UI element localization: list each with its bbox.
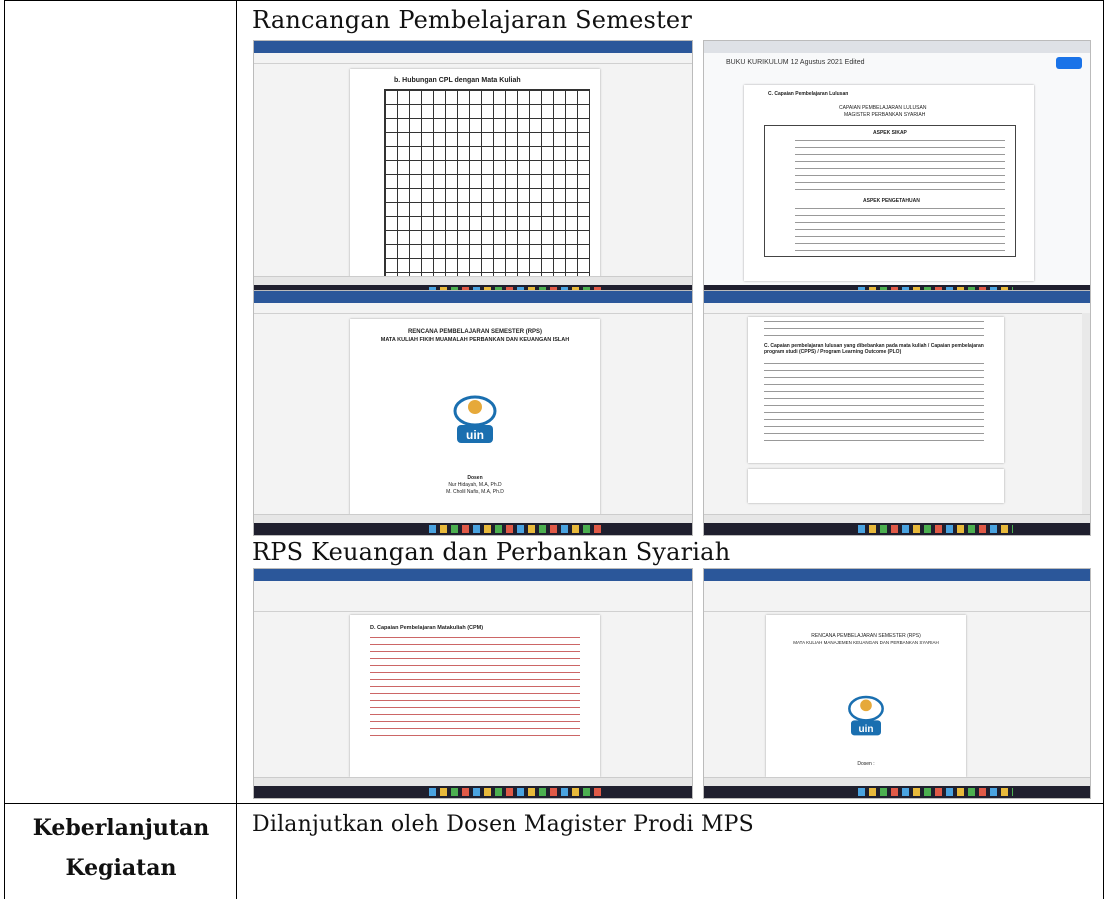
taskbar <box>254 523 692 535</box>
status-bar <box>704 777 1090 786</box>
word-ribbon <box>704 581 1090 612</box>
cpl-matrix-grid <box>384 89 590 281</box>
screenshot-word-cpps: C. Capaian pembelajaran lulusan yang dib… <box>703 290 1091 536</box>
document-page: b. Hubungan CPL dengan Mata Kuliah <box>350 69 600 283</box>
word-titlebar <box>704 569 1090 581</box>
rps-title: RENCANA PEMBELAJARAN SEMESTER (RPS) <box>811 633 921 639</box>
screenshot-word-cpl-matrix: b. Hubungan CPL dengan Mata Kuliah <box>253 40 693 298</box>
status-bar <box>254 777 692 786</box>
doc-sub2: MAGISTER PERBANKAN SYARIAH <box>844 112 926 118</box>
table-column-divider <box>236 0 237 899</box>
keberlanjutan-label: Keberlanjutan Kegiatan <box>18 808 224 888</box>
rps-subtitle: MATA KULIAH FIKIH MUAMALAH PERBANKAN DAN… <box>380 337 570 343</box>
doc-sub1: CAPAIAN PEMBELAJARAN LULUSAN <box>839 105 927 111</box>
word-titlebar <box>704 291 1090 303</box>
text-lines <box>370 637 580 737</box>
taskbar <box>254 786 692 798</box>
taskbar-icons <box>429 788 605 796</box>
heading-rps: Rancangan Pembelajaran Semester <box>252 6 692 34</box>
word-ribbon <box>254 53 692 64</box>
taskbar-icons <box>858 788 1013 796</box>
rps-subtitle: MATA KULIAH MANAJEMEN KEUANGAN DAN PERBA… <box>793 640 939 645</box>
text-lines <box>795 140 1005 190</box>
dosen-label: Dosen <box>467 475 483 481</box>
doc-heading: D. Capaian Pembelajaran Matakuliah (CPM) <box>370 625 484 631</box>
taskbar <box>704 523 1090 535</box>
word-ribbon <box>704 303 1090 314</box>
dosen-2: M. Cholil Nafis, M.A, Ph.D <box>446 489 504 495</box>
doc-heading: b. Hubungan CPL dengan Mata Kuliah <box>394 77 521 84</box>
taskbar <box>704 786 1090 798</box>
uin-logo-icon: uin <box>453 395 497 443</box>
table-border-top <box>4 0 1103 1</box>
keberlanjutan-label-line1: Keberlanjutan <box>32 815 210 841</box>
table-row-divider <box>4 803 1103 804</box>
rps-title: RENCANA PEMBELAJARAN SEMESTER (RPS) <box>407 329 543 335</box>
status-bar <box>254 276 692 285</box>
text-lines <box>764 321 984 337</box>
logo-text: uin <box>859 724 874 735</box>
word-ribbon <box>254 303 692 314</box>
text-lines <box>795 208 1005 252</box>
taskbar-icons <box>858 525 1013 533</box>
screenshot-word-rps-cover-2: RENCANA PEMBELAJARAN SEMESTER (RPS) MATA… <box>703 568 1091 799</box>
doc-heading: C. Capaian pembelajaran lulusan yang dib… <box>764 343 984 355</box>
scrollbar[interactable] <box>1082 313 1090 515</box>
word-titlebar <box>254 569 692 581</box>
text-lines <box>764 363 984 443</box>
status-bar <box>254 514 692 523</box>
table-border-left <box>4 0 5 899</box>
table-border-right <box>1103 0 1104 899</box>
word-titlebar <box>254 41 692 53</box>
report-table: Rancangan Pembelajaran Semester RPS Keua… <box>4 0 1104 899</box>
keberlanjutan-content: Dilanjutkan oleh Dosen Magister Prodi MP… <box>252 812 754 837</box>
word-titlebar <box>254 291 692 303</box>
aspek-sikap: ASPEK SIKAP <box>873 130 907 136</box>
aspek-pengetahuan: ASPEK PENGETAHUAN <box>863 198 920 204</box>
document-page: C. Capaian Pembelajaran Lulusan CAPAIAN … <box>744 85 1034 281</box>
screenshot-google-docs: BUKU KURIKULUM 12 Agustus 2021 Edited C.… <box>703 40 1091 298</box>
keberlanjutan-label-line2: Kegiatan <box>65 855 177 881</box>
uin-logo-icon: uin <box>848 695 884 736</box>
document-page-2 <box>748 469 1004 503</box>
document-page: D. Capaian Pembelajaran Matakuliah (CPM) <box>350 615 600 777</box>
taskbar-icons <box>429 525 605 533</box>
cpl-table: ASPEK SIKAP ASPEK PENGETAHUAN <box>764 125 1016 257</box>
share-button[interactable] <box>1056 57 1082 69</box>
gdocs-title: BUKU KURIKULUM 12 Agustus 2021 Edited <box>726 59 865 66</box>
doc-heading: C. Capaian Pembelajaran Lulusan <box>768 91 849 97</box>
chrome-tabbar <box>704 41 1090 53</box>
dosen-1: Nur Hidayah, M.A, Ph.D <box>448 482 502 488</box>
screenshot-word-rps-cover: RENCANA PEMBELAJARAN SEMESTER (RPS) MATA… <box>253 290 693 536</box>
dosen-label: Dosen : <box>857 761 875 767</box>
heading-rps-keuangan: RPS Keuangan dan Perbankan Syariah <box>252 538 731 566</box>
logo-text: uin <box>466 428 484 442</box>
word-ribbon <box>254 581 692 612</box>
status-bar <box>704 514 1090 523</box>
document-page: RENCANA PEMBELAJARAN SEMESTER (RPS) MATA… <box>350 319 600 515</box>
document-page: RENCANA PEMBELAJARAN SEMESTER (RPS) MATA… <box>766 615 966 777</box>
screenshot-word-cpm: D. Capaian Pembelajaran Matakuliah (CPM) <box>253 568 693 799</box>
document-page: C. Capaian pembelajaran lulusan yang dib… <box>748 317 1004 463</box>
